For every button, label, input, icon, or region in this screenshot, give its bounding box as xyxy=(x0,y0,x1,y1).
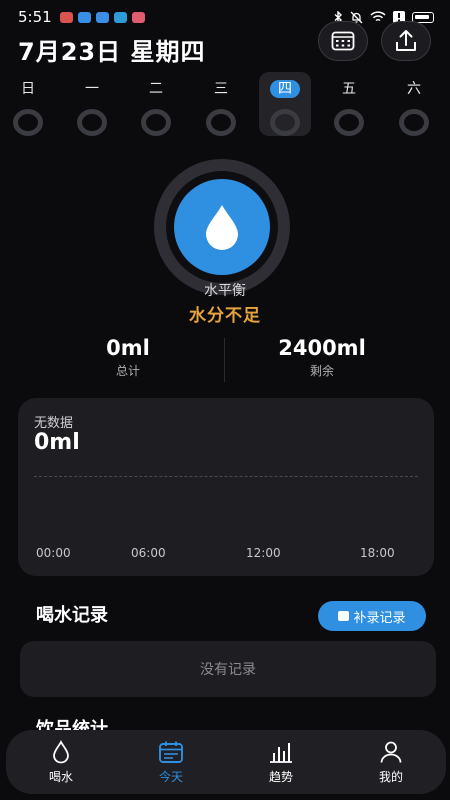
wifi-icon xyxy=(370,11,386,22)
nav-label: 我的 xyxy=(378,769,403,784)
water-drop-badge xyxy=(174,179,270,275)
day-label: 六 xyxy=(407,81,421,97)
water-balance-status: 水分不足 xyxy=(189,306,261,326)
day-label: 四 xyxy=(270,80,300,98)
day-sunday[interactable]: 日 xyxy=(2,72,54,136)
calendar-button[interactable] xyxy=(318,21,368,61)
day-label: 五 xyxy=(342,81,356,97)
day-wednesday[interactable]: 三 xyxy=(195,72,247,136)
app-notification-icon xyxy=(131,11,145,23)
nav-trends[interactable]: 趋势 xyxy=(226,730,336,794)
chart-value: 0ml xyxy=(34,430,80,455)
intake-chart-card[interactable]: 无数据 0ml 00:00 06:00 12:00 18:00 xyxy=(18,398,434,576)
chart-target-line xyxy=(34,476,418,477)
day-progress-ring xyxy=(77,109,107,136)
calendar-grid-icon xyxy=(331,31,355,51)
day-progress-ring xyxy=(13,109,43,136)
status-bar: 5:51 xyxy=(0,0,450,34)
chart-tick: 12:00 xyxy=(246,546,281,560)
ring-track xyxy=(166,171,278,283)
person-icon xyxy=(380,741,402,763)
remaining-value: 2400ml xyxy=(278,336,366,360)
chart-tick: 18:00 xyxy=(360,546,395,560)
records-title: 喝水记录 xyxy=(36,605,108,626)
consumed-value: 0ml xyxy=(106,336,150,360)
water-drop-icon xyxy=(206,205,238,250)
day-progress-ring xyxy=(270,109,300,136)
calendar-icon xyxy=(159,741,183,763)
nav-label: 趋势 xyxy=(268,769,293,784)
page-title: 7月23日 星期四 xyxy=(18,38,206,66)
app-notification-icon xyxy=(77,11,91,23)
day-thursday[interactable]: 四 xyxy=(259,72,311,136)
week-selector: 日 一 二 三 四 五 六 xyxy=(0,72,450,136)
chart-tick: 06:00 xyxy=(131,546,166,560)
remaining-label: 剩余 xyxy=(309,364,334,378)
day-progress-ring xyxy=(399,109,429,136)
bottom-nav: 喝水 今天 趋势 我的 xyxy=(6,730,446,794)
consumed-stat: 0ml 总计 xyxy=(28,336,228,379)
day-tuesday[interactable]: 二 xyxy=(130,72,182,136)
day-label: 三 xyxy=(214,81,228,97)
water-balance-label: 水平衡 xyxy=(204,283,246,299)
app-notification-icon xyxy=(59,11,73,23)
day-monday[interactable]: 一 xyxy=(66,72,118,136)
day-label: 二 xyxy=(149,81,163,97)
day-saturday[interactable]: 六 xyxy=(388,72,440,136)
day-label: 一 xyxy=(85,81,99,97)
day-progress-ring xyxy=(141,109,171,136)
bluetooth-notification-icon xyxy=(95,11,109,23)
day-friday[interactable]: 五 xyxy=(323,72,375,136)
consumed-label: 总计 xyxy=(115,364,140,378)
chart-title: 无数据 xyxy=(34,416,74,431)
day-label: 日 xyxy=(21,81,35,97)
drop-icon xyxy=(53,739,69,763)
water-balance-ring xyxy=(154,159,290,295)
notification-icons xyxy=(59,11,145,23)
nav-label: 喝水 xyxy=(48,769,73,784)
app-notification-icon xyxy=(113,11,127,23)
nav-profile[interactable]: 我的 xyxy=(336,730,446,794)
add-record-label: 补录记录 xyxy=(353,610,406,626)
nav-today[interactable]: 今天 xyxy=(116,730,226,794)
day-progress-ring xyxy=(206,109,236,136)
share-icon xyxy=(396,30,416,51)
status-time: 5:51 xyxy=(18,8,52,26)
remaining-stat: 2400ml 剩余 xyxy=(222,336,422,379)
share-button[interactable] xyxy=(381,21,431,61)
records-empty-state: 没有记录 xyxy=(20,641,436,697)
nav-drink[interactable]: 喝水 xyxy=(6,730,116,794)
chart-tick: 00:00 xyxy=(36,546,71,560)
add-record-button[interactable]: 补录记录 xyxy=(318,601,426,631)
nav-label: 今天 xyxy=(158,769,183,784)
bar-chart-icon xyxy=(270,742,292,763)
day-progress-ring xyxy=(334,109,364,136)
empty-text: 没有记录 xyxy=(200,662,256,678)
cup-icon xyxy=(338,611,350,621)
